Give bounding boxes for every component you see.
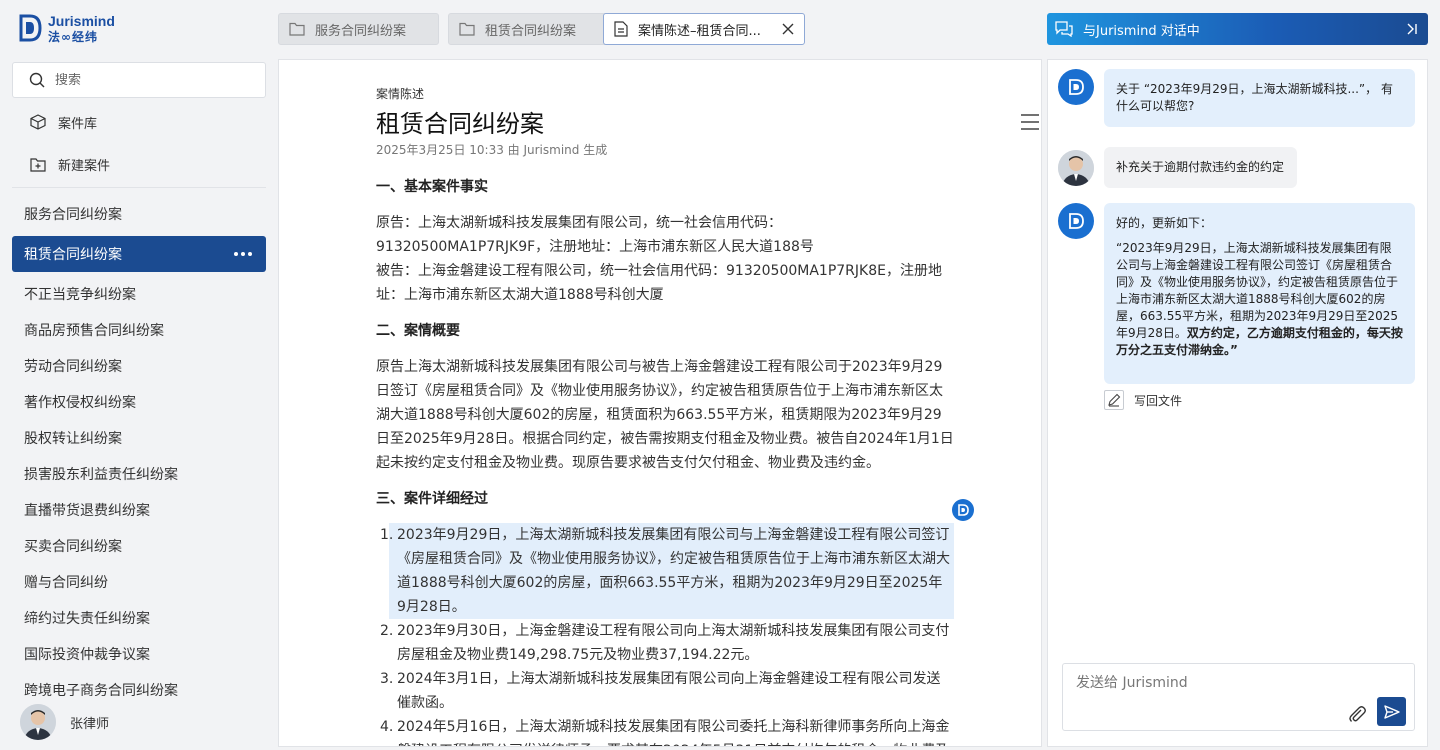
user-profile[interactable]: 张律师 [20, 704, 109, 740]
chat-header-title: 与Jurismind 对话中 [1083, 23, 1200, 39]
avatar [1058, 150, 1094, 186]
chat-bubbles-icon [1055, 21, 1073, 37]
quoted-update: “2023年9月29日，上海太湖新城科技发展集团有限公司与上海金磐建设工程有限公… [1116, 241, 1403, 357]
send-button[interactable] [1377, 697, 1406, 726]
case-item-livestream-refund[interactable]: 直播带货退费纠纷案 [12, 492, 266, 528]
user-name: 张律师 [70, 716, 110, 732]
bot-logo-icon [952, 499, 974, 521]
bot-logo-icon [1069, 213, 1084, 229]
chat-message-user: 补充关于逾期付款违约金的约定 [1104, 147, 1297, 188]
logo-mark-icon [19, 14, 42, 42]
tab-lease-contract[interactable]: 租赁合同纠纷案 [448, 13, 608, 45]
steps-list: 1. 2023年9月29日，上海太湖新城科技发展集团有限公司与上海金磐建设工程有限… [376, 523, 954, 746]
avatar [20, 704, 56, 740]
section-heading: 一、基本案件事实 [376, 179, 488, 195]
search-icon [29, 72, 45, 88]
attachment-icon[interactable] [1347, 704, 1367, 724]
menu-icon[interactable] [1020, 113, 1040, 131]
case-item-culpa-in-contrahendo[interactable]: 缔约过失责任纠纷案 [12, 600, 266, 636]
section-heading: 三、案件详细经过 [376, 491, 488, 507]
chat-message-bot: 好的，更新如下： “2023年9月29日，上海太湖新城科技发展集团有限公司与上海… [1104, 203, 1415, 384]
document-icon [614, 21, 628, 37]
case-item-cross-border-ecommerce[interactable]: 跨境电子商务合同纠纷案 [12, 672, 266, 696]
chat-input[interactable] [1076, 672, 1346, 702]
case-library-button[interactable]: 案件库 [12, 105, 266, 139]
case-item-shareholder-damage[interactable]: 损害股东利益责任纠纷案 [12, 456, 266, 492]
list-item[interactable]: 4. 2024年5月16日，上海太湖新城科技发展集团有限公司委托上海科新律师事务所… [376, 715, 954, 746]
document-title: 租赁合同纠纷案 [376, 110, 544, 138]
avatar-portrait-icon [1058, 150, 1094, 186]
case-item-unfair-competition[interactable]: 不正当竞争纠纷案 [12, 276, 266, 312]
close-icon[interactable] [782, 23, 794, 35]
search-box[interactable] [12, 62, 266, 98]
list-item[interactable]: 1. 2023年9月29日，上海太湖新城科技发展集团有限公司与上海金磐建设工程有限… [376, 523, 954, 619]
folder-icon [289, 22, 305, 36]
document-panel[interactable]: 案情陈述 租赁合同纠纷案 2025年3月25日 10:33 由 Jurismin… [278, 59, 1042, 747]
bot-avatar [1058, 69, 1094, 105]
document-meta: 2025年3月25日 10:33 由 Jurismind 生成 [376, 143, 608, 157]
chat-message-bot: 关于 “2023年9月29日，上海太湖新城科技...”， 有什么可以帮您? [1104, 69, 1415, 127]
write-back-label: 写回文件 [1134, 393, 1183, 408]
chat-input-box[interactable] [1062, 663, 1415, 731]
case-list[interactable]: 服务合同纠纷案 租赁合同纠纷案 不正当竞争纠纷案 商品房预售合同纠纷案 劳动合同… [12, 196, 266, 696]
send-icon [1383, 704, 1400, 719]
ai-assistant-float-button[interactable] [952, 499, 974, 521]
cube-icon [30, 114, 46, 130]
case-item-investment-arbitration[interactable]: 国际投资仲裁争议案 [12, 636, 266, 672]
case-library-label: 案件库 [58, 116, 98, 132]
write-back-button[interactable]: 写回文件 [1104, 390, 1182, 410]
tab-case-statement[interactable]: 案情陈述–租赁合同... [603, 13, 805, 45]
case-item-copyright[interactable]: 著作权侵权纠纷案 [12, 384, 266, 420]
case-item-gift-contract[interactable]: 赠与合同纠纷 [12, 564, 266, 600]
tab-service-contract[interactable]: 服务合同纠纷案 [278, 13, 439, 45]
search-input[interactable] [55, 72, 245, 88]
document-body: 一、基本案件事实 原告：上海太湖新城科技发展集团有限公司，统一社会信用代码：91… [376, 175, 954, 746]
case-item-labor-contract[interactable]: 劳动合同纠纷案 [12, 348, 266, 384]
case-item-presale-housing[interactable]: 商品房预售合同纠纷案 [12, 312, 266, 348]
sidebar-divider [12, 187, 266, 188]
case-item-service-contract[interactable]: 服务合同纠纷案 [12, 196, 266, 232]
folder-plus-icon [30, 157, 46, 172]
list-item[interactable]: 2. 2023年9月30日，上海金磐建设工程有限公司向上海太湖新城科技发展集团有限… [376, 619, 954, 667]
paragraph: 被告：上海金磐建设工程有限公司，统一社会信用代码：91320500MA1P7RJ… [376, 263, 942, 303]
list-item[interactable]: 3. 2024年3月1日，上海太湖新城科技发展集团有限公司向上海金磐建设工程有限公… [376, 667, 954, 715]
case-item-sales-contract[interactable]: 买卖合同纠纷案 [12, 528, 266, 564]
new-case-label: 新建案件 [58, 158, 111, 174]
case-item-lease-contract[interactable]: 租赁合同纠纷案 [12, 236, 266, 272]
folder-icon [459, 22, 475, 36]
brand-name-cn: 法∞经纬 [48, 29, 98, 44]
bot-avatar [1058, 203, 1094, 239]
paragraph: 原告上海太湖新城科技发展集团有限公司与被告上海金磐建设工程有限公司于2023年9… [376, 359, 954, 471]
bot-logo-icon [1069, 79, 1084, 95]
section-heading: 二、案情概要 [376, 323, 460, 339]
collapse-panel-icon[interactable] [1406, 23, 1418, 35]
paragraph: 原告：上海太湖新城科技发展集团有限公司，统一社会信用代码：91320500MA1… [376, 215, 814, 255]
document-kicker: 案情陈述 [376, 87, 425, 101]
case-item-equity-transfer[interactable]: 股权转让纠纷案 [12, 420, 266, 456]
brand-logo: Jurismind 法∞经纬 [18, 12, 128, 44]
more-options-icon[interactable] [234, 252, 252, 256]
avatar-portrait-icon [20, 704, 56, 740]
edit-icon [1104, 390, 1124, 410]
new-case-button[interactable]: 新建案件 [12, 147, 266, 181]
chat-header: 与Jurismind 对话中 [1047, 13, 1428, 45]
brand-name-en: Jurismind [48, 12, 115, 29]
